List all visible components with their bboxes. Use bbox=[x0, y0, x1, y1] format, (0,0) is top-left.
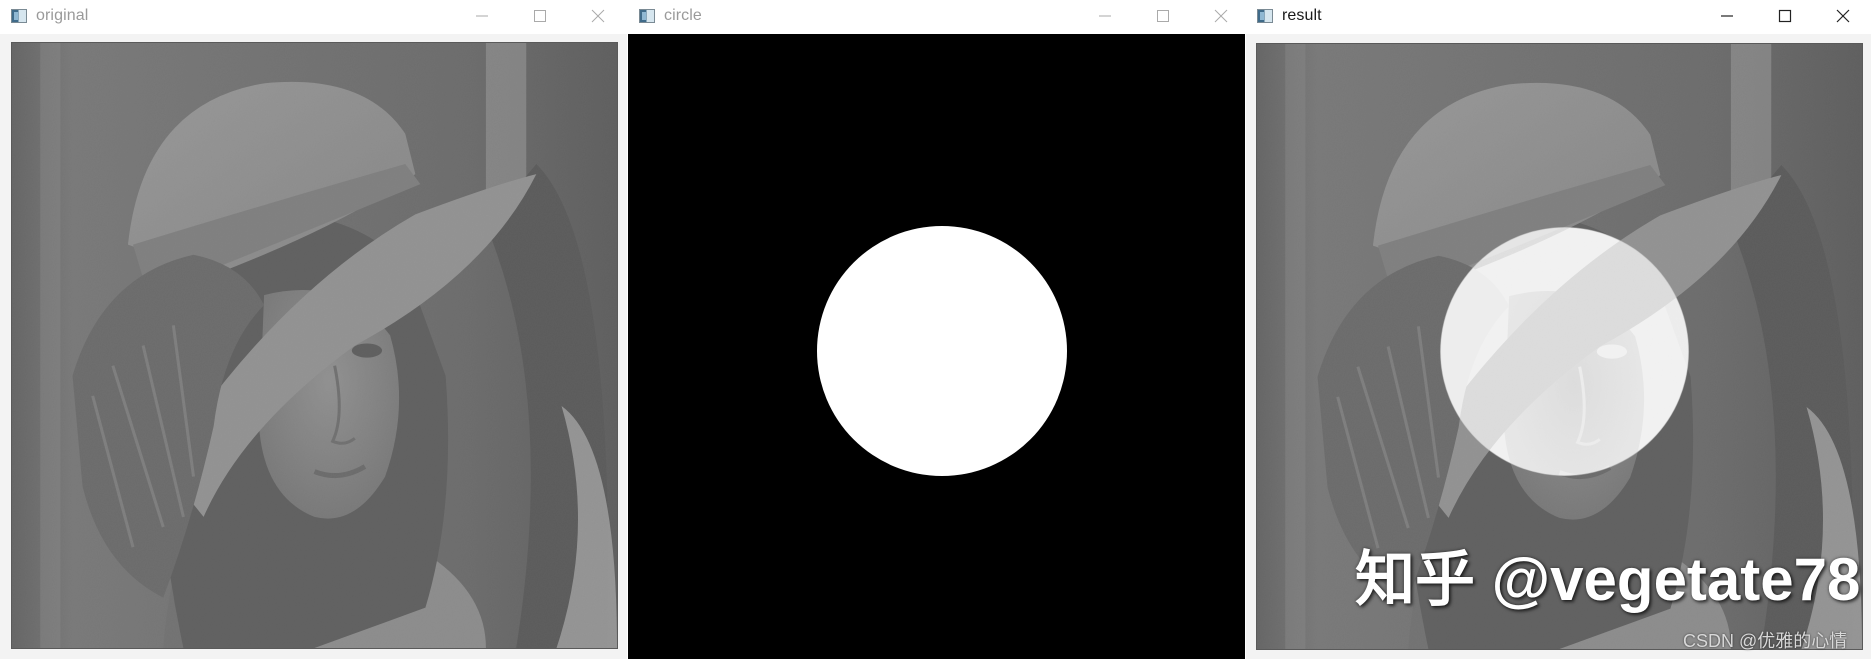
close-icon bbox=[1836, 9, 1850, 23]
window-title: circle bbox=[664, 7, 702, 24]
close-icon bbox=[1214, 9, 1228, 23]
app-icon bbox=[1257, 9, 1273, 23]
minimize-icon bbox=[476, 15, 488, 17]
close-button[interactable] bbox=[1198, 0, 1244, 32]
maximize-button[interactable] bbox=[1762, 0, 1808, 32]
close-button[interactable] bbox=[575, 0, 621, 32]
maximize-icon bbox=[1157, 10, 1169, 22]
window-titlebar[interactable]: result bbox=[1246, 0, 1871, 34]
minimize-icon bbox=[1099, 15, 1111, 17]
source-credit: CSDN @优雅的心情 bbox=[1683, 631, 1848, 651]
app-icon bbox=[11, 9, 27, 23]
mask-image bbox=[628, 36, 1245, 659]
maximize-button[interactable] bbox=[1140, 0, 1186, 32]
window-title: result bbox=[1282, 7, 1322, 24]
maximize-icon bbox=[534, 10, 546, 22]
original-window[interactable]: original bbox=[0, 0, 627, 659]
maximize-icon bbox=[1778, 9, 1792, 23]
window-titlebar[interactable]: circle bbox=[628, 0, 1245, 34]
close-button[interactable] bbox=[1820, 0, 1866, 32]
minimize-icon bbox=[1721, 15, 1733, 17]
window-title: original bbox=[36, 7, 89, 24]
circle-window[interactable]: circle bbox=[628, 0, 1245, 659]
minimize-button[interactable] bbox=[1082, 0, 1128, 32]
watermark-text: 知乎 @vegetate78 bbox=[1355, 546, 1861, 613]
mask-circle bbox=[817, 226, 1067, 476]
minimize-button[interactable] bbox=[459, 0, 505, 32]
portrait-image bbox=[12, 43, 617, 648]
window-titlebar[interactable]: original bbox=[0, 0, 627, 34]
minimize-button[interactable] bbox=[1704, 0, 1750, 32]
maximize-button[interactable] bbox=[517, 0, 563, 32]
close-icon bbox=[591, 9, 605, 23]
original-image bbox=[11, 42, 618, 649]
app-icon bbox=[639, 9, 655, 23]
